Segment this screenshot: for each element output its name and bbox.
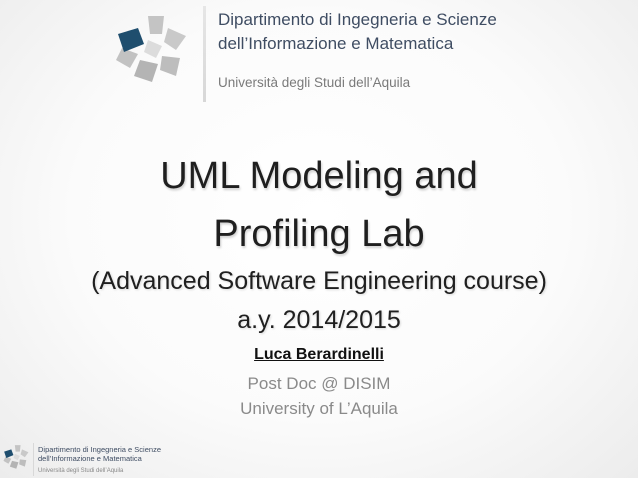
slide-title-line1: UML Modeling and	[160, 155, 478, 197]
author-name: Luca Berardinelli	[254, 346, 384, 363]
footer-department-line1: Dipartimento di Ingegneria e Scienze	[38, 445, 161, 454]
slide: Dipartimento di Ingegneria e Scienze del…	[0, 0, 638, 478]
university-name: Università degli Studi dell’Aquila	[218, 75, 411, 90]
university-logo	[116, 16, 186, 82]
slide-subtitle-year: a.y. 2014/2015	[237, 306, 401, 334]
footer-divider	[33, 443, 34, 476]
author-affiliation: University of L’Aquila	[240, 399, 398, 418]
footer-department-line2: dell’Informazione e Matematica	[38, 454, 142, 463]
header-divider	[203, 6, 206, 102]
department-name-line1: Dipartimento di Ingegneria e Scienze	[218, 10, 497, 29]
department-name-line2: dell’Informazione e Matematica	[218, 34, 454, 53]
slide-subtitle-course: (Advanced Software Engineering course)	[91, 267, 547, 295]
footer-university-name: Università degli Studi dell’Aquila	[38, 468, 124, 474]
footer-logo	[3, 445, 29, 469]
slide-title-line2: Profiling Lab	[213, 213, 425, 255]
author-role: Post Doc @ DISIM	[247, 374, 391, 393]
